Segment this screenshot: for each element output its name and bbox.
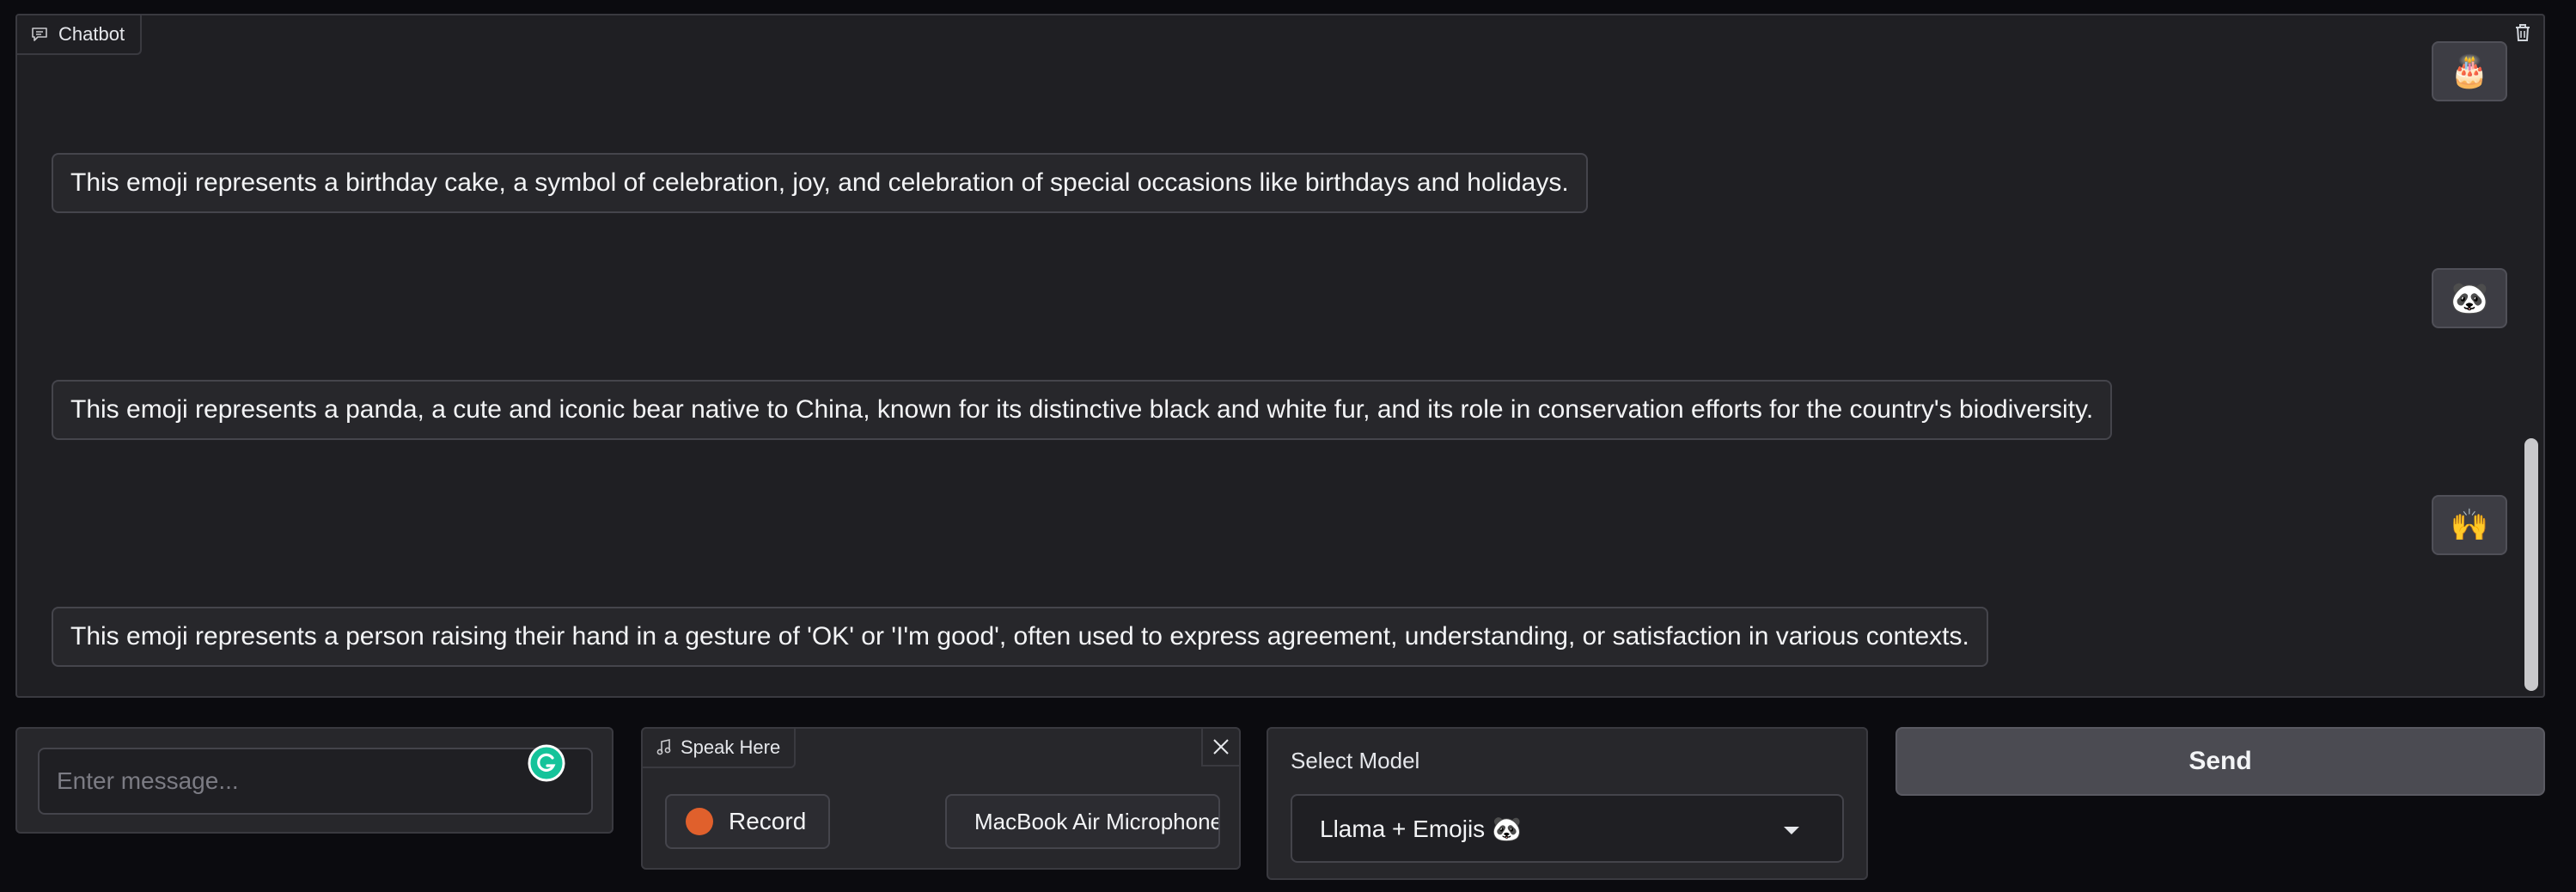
message-input[interactable] xyxy=(38,748,593,815)
message-content: This emoji represents a birthday cake, a… xyxy=(70,168,1569,197)
send-label: Send xyxy=(2188,747,2252,775)
speak-panel: Speak Here Record MacBook Air Microphone xyxy=(641,727,1241,870)
record-label: Record xyxy=(729,808,807,834)
message-content: This emoji represents a panda, a cute an… xyxy=(70,395,2094,424)
send-button[interactable]: Send xyxy=(1895,727,2545,796)
model-panel: Select Model Llama + Emojis 🐼 xyxy=(1267,727,1868,880)
caret-down-icon xyxy=(1784,827,1799,834)
chat-bubble-icon xyxy=(32,27,47,41)
close-icon[interactable] xyxy=(1201,729,1239,767)
message-input-panel xyxy=(15,727,613,834)
user-message: 🎂 xyxy=(2432,41,2507,101)
speak-label: Speak Here xyxy=(643,729,797,768)
chatbot-label: Chatbot xyxy=(17,15,143,55)
message-content: 🎂 xyxy=(2450,53,2489,89)
message-content: 🐼 xyxy=(2450,280,2489,315)
app-root: Chatbot 🎂 This emoji represents a birthd… xyxy=(0,0,2576,892)
model-dropdown[interactable]: Llama + Emojis 🐼 xyxy=(1291,794,1844,863)
microphone-select[interactable]: MacBook Air Microphone xyxy=(945,794,1220,849)
chatbot-label-text: Chatbot xyxy=(58,23,125,45)
model-selected-value: Llama + Emojis 🐼 xyxy=(1320,815,1522,842)
record-dot-icon xyxy=(686,808,713,835)
trash-icon[interactable] xyxy=(2509,19,2536,46)
user-message: 🐼 xyxy=(2432,268,2507,328)
bot-message: This emoji represents a panda, a cute an… xyxy=(52,380,2113,440)
message-content: 🙌 xyxy=(2450,507,2489,542)
microphone-name: MacBook Air Microphone xyxy=(974,808,1220,834)
model-label: Select Model xyxy=(1291,748,1420,773)
grammarly-icon[interactable] xyxy=(526,744,567,782)
chat-scrollbar[interactable] xyxy=(2524,438,2538,691)
music-note-icon xyxy=(656,739,671,755)
speak-label-text: Speak Here xyxy=(681,736,781,758)
record-button[interactable]: Record xyxy=(665,794,830,849)
bot-message: This emoji represents a birthday cake, a… xyxy=(52,153,1588,213)
chatbot-panel: Chatbot 🎂 This emoji represents a birthd… xyxy=(15,14,2545,698)
bot-message: This emoji represents a person raising t… xyxy=(52,607,1988,667)
message-content: This emoji represents a person raising t… xyxy=(70,622,1969,651)
user-message: 🙌 xyxy=(2432,495,2507,555)
